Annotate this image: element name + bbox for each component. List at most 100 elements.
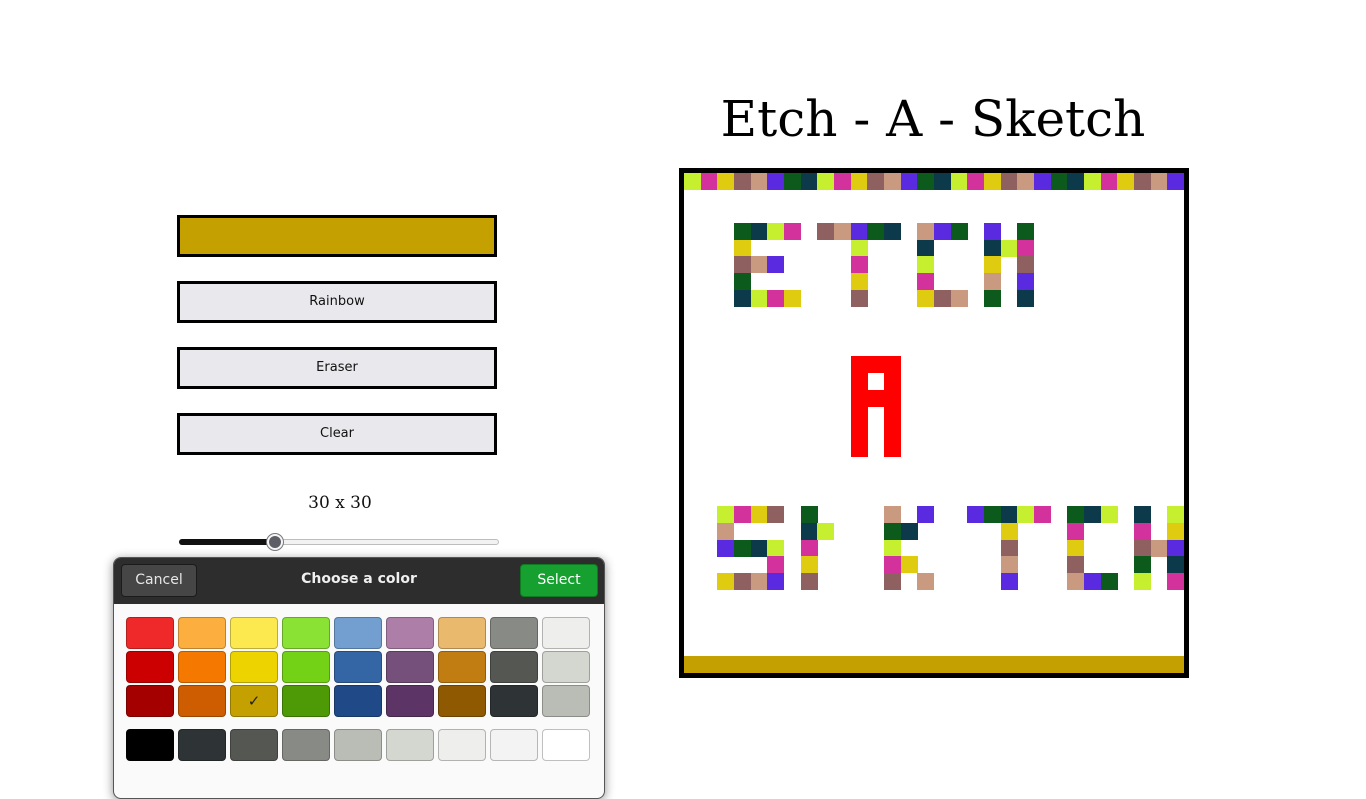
grid-cell	[700, 173, 718, 190]
grid-cell	[850, 389, 868, 407]
gray-swatch[interactable]	[490, 729, 538, 761]
color-swatch[interactable]	[334, 685, 382, 717]
color-swatch[interactable]	[334, 617, 382, 649]
grid-cell	[917, 273, 935, 290]
color-swatch[interactable]	[386, 617, 434, 649]
gray-swatch[interactable]	[230, 729, 278, 761]
gray-swatch[interactable]	[386, 729, 434, 761]
grid-cell	[1017, 289, 1035, 307]
page-title: Etch - A - Sketch	[720, 90, 1146, 148]
color-swatch[interactable]	[542, 685, 590, 717]
grid-cell	[1084, 506, 1101, 524]
color-swatch[interactable]	[386, 685, 434, 717]
grid-cell	[1067, 523, 1085, 540]
grid-cell	[967, 506, 985, 524]
grid-cell	[1167, 656, 1184, 673]
grid-cell	[850, 356, 868, 374]
color-swatch[interactable]	[126, 617, 174, 649]
grid-cell	[784, 656, 801, 673]
grid-cell	[717, 656, 735, 673]
grid-cell	[1034, 506, 1051, 524]
color-swatch[interactable]	[438, 617, 486, 649]
color-swatch[interactable]	[230, 617, 278, 649]
grid-cell	[784, 289, 801, 307]
grid-cell	[717, 573, 735, 590]
color-picker-input[interactable]	[177, 215, 497, 257]
grid-cell	[750, 223, 768, 240]
grid-cell	[984, 656, 1001, 673]
color-swatch[interactable]	[282, 651, 330, 683]
grid-cell	[884, 539, 901, 557]
sketch-grid[interactable]	[679, 168, 1189, 678]
grid-cell	[800, 506, 818, 524]
grid-cell	[884, 389, 901, 407]
grid-cell	[984, 256, 1001, 274]
grid-cell	[1134, 573, 1151, 590]
grid-cell	[900, 556, 918, 574]
color-swatch[interactable]: ✓	[230, 685, 278, 717]
grid-cell	[984, 223, 1001, 240]
grid-cell	[1117, 656, 1135, 673]
color-swatch[interactable]	[178, 651, 226, 683]
grid-cell	[934, 656, 951, 673]
gray-swatch[interactable]	[178, 729, 226, 761]
color-swatch[interactable]	[178, 617, 226, 649]
grid-cell	[1084, 656, 1101, 673]
color-swatch[interactable]	[282, 617, 330, 649]
grid-cell	[1017, 273, 1035, 290]
gray-swatch[interactable]	[126, 729, 174, 761]
color-swatch[interactable]	[542, 617, 590, 649]
slider-thumb[interactable]	[267, 534, 283, 550]
eraser-button[interactable]: Eraser	[177, 347, 497, 389]
color-swatch[interactable]	[386, 651, 434, 683]
color-swatch[interactable]	[490, 651, 538, 683]
color-swatch[interactable]	[438, 651, 486, 683]
grid-cell	[1084, 573, 1101, 590]
slider-fill	[179, 539, 275, 545]
color-swatch[interactable]	[230, 651, 278, 683]
grid-size-slider[interactable]	[179, 534, 499, 550]
grid-cell	[934, 289, 951, 307]
color-swatch[interactable]	[490, 685, 538, 717]
color-swatch[interactable]	[126, 685, 174, 717]
grid-cell	[984, 239, 1001, 257]
grid-cell	[734, 289, 751, 307]
grid-cell	[850, 289, 868, 307]
color-swatch[interactable]	[178, 685, 226, 717]
color-swatch[interactable]	[542, 651, 590, 683]
grid-cell	[850, 239, 868, 257]
clear-button[interactable]: Clear	[177, 413, 497, 455]
gray-swatch[interactable]	[334, 729, 382, 761]
grid-cell	[850, 656, 868, 673]
grid-cell	[950, 223, 968, 240]
grid-cell	[784, 223, 801, 240]
color-swatch[interactable]	[438, 685, 486, 717]
gray-swatch[interactable]	[438, 729, 486, 761]
grid-cell	[750, 173, 768, 190]
grid-cell	[717, 506, 735, 524]
grid-cell	[1067, 539, 1085, 557]
grid-cell	[1167, 539, 1184, 557]
grid-cell	[850, 423, 868, 440]
grid-cell	[1017, 256, 1035, 274]
grid-cell	[717, 173, 735, 190]
grid-cell	[867, 389, 885, 407]
grid-cell	[684, 173, 701, 190]
rainbow-button[interactable]: Rainbow	[177, 281, 497, 323]
grid-cell	[834, 173, 851, 190]
grid-cell	[984, 273, 1001, 290]
color-swatch[interactable]	[126, 651, 174, 683]
gray-swatch[interactable]	[542, 729, 590, 761]
select-button[interactable]: Select	[520, 564, 598, 597]
grid-cell	[934, 173, 951, 190]
grid-cell	[884, 523, 901, 540]
grid-cell	[950, 289, 968, 307]
gray-swatch[interactable]	[282, 729, 330, 761]
cancel-button[interactable]: Cancel	[121, 564, 197, 597]
grid-cell	[817, 523, 835, 540]
color-swatch[interactable]	[334, 651, 382, 683]
grid-cell	[884, 223, 901, 240]
color-swatch[interactable]	[490, 617, 538, 649]
color-swatch[interactable]	[282, 685, 330, 717]
grid-cell	[900, 173, 918, 190]
